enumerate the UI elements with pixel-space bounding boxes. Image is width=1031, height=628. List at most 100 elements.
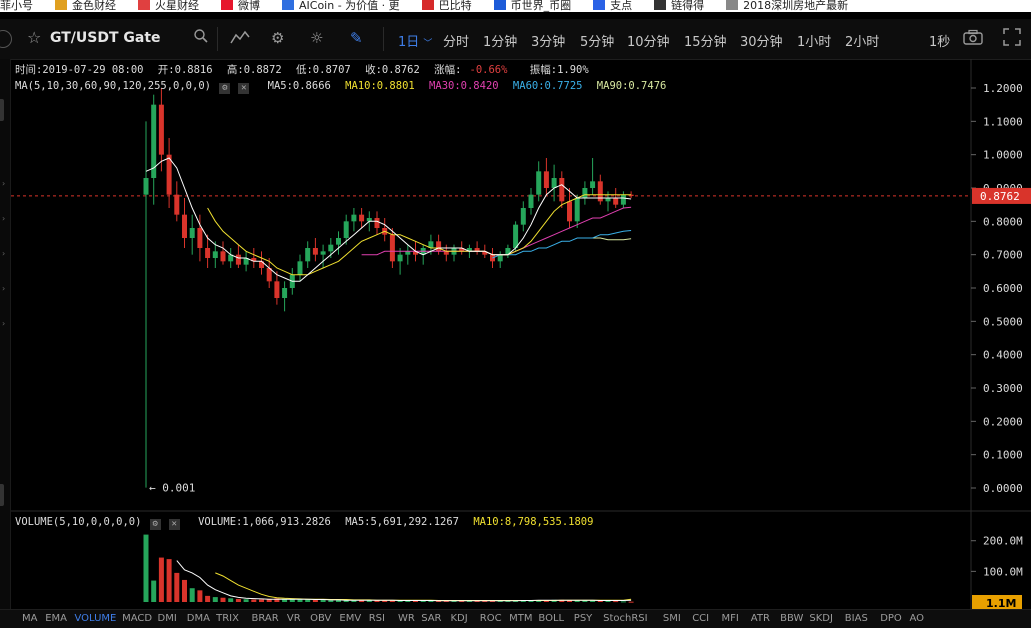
candle-body: [205, 248, 211, 258]
candle-body: [351, 214, 357, 222]
volume-ma10-value: MA10:8,798,535.1809: [473, 516, 594, 528]
price-tick-label: 0.1000: [983, 449, 1023, 462]
indicator-tab-mtm[interactable]: MTM: [509, 613, 532, 624]
volume-bar: [182, 579, 187, 602]
indicator-tab-sar[interactable]: SAR: [421, 613, 441, 624]
candle-body: [336, 238, 341, 245]
indicator-tab-dma[interactable]: DMA: [187, 613, 210, 624]
ma60-value: MA60:0.7725: [512, 80, 583, 92]
info-low: 低:0.8707: [295, 64, 351, 76]
info-close: 收:0.8762: [365, 64, 420, 76]
price-tick-label: 0.7000: [983, 249, 1023, 262]
ma5-line: [145, 157, 632, 282]
volume-bar: [613, 601, 619, 603]
candle-body: [374, 218, 380, 228]
price-tick-label: 1.0000: [983, 149, 1023, 162]
price-tick-label: 1.1000: [983, 115, 1023, 128]
ma-close-icon[interactable]: ✕: [238, 83, 250, 94]
volume-bar: [143, 534, 149, 602]
candle-body: [220, 251, 226, 262]
ma90-value: MA90:0.7476: [596, 80, 667, 92]
price-tick-label: 1.2000: [983, 82, 1023, 95]
indicator-tab-dpo[interactable]: DPO: [880, 613, 902, 624]
candle-body: [312, 248, 318, 255]
info-change: 涨幅: -0.66%: [434, 64, 515, 76]
indicator-tab-emv[interactable]: EMV: [339, 613, 361, 624]
ma-settings-gear-icon[interactable]: ⚙: [219, 83, 231, 94]
indicator-tab-brar[interactable]: BRAR: [252, 613, 279, 624]
candle-body: [158, 104, 164, 155]
volume-bar: [228, 598, 234, 602]
indicator-tab-ma[interactable]: MA: [22, 613, 37, 624]
indicator-tab-dmi[interactable]: DMI: [158, 613, 177, 624]
volume-bar: [305, 599, 311, 602]
indicator-tab-kdj[interactable]: KDJ: [451, 613, 468, 624]
candle-body: [405, 251, 411, 255]
candle-body: [551, 178, 557, 188]
candle-body: [443, 251, 449, 255]
candle-body: [189, 228, 195, 238]
indicator-tab-psy[interactable]: PSY: [574, 613, 593, 624]
indicator-tab-wr[interactable]: WR: [398, 613, 415, 624]
candle-body: [559, 178, 565, 202]
candle-body: [235, 254, 241, 265]
indicator-tab-ao[interactable]: AO: [910, 613, 925, 624]
candle-body: [297, 261, 303, 275]
indicator-tab-atr[interactable]: ATR: [751, 613, 770, 624]
price-tick-label: 0.8000: [983, 215, 1023, 228]
volume-close-icon[interactable]: ✕: [168, 519, 180, 530]
indicator-tabs: MA EMA VOLUME MACD DMI DMA TRIX BRAR VR OBV EMV RSI…: [0, 609, 1031, 628]
indicator-tab-mfi[interactable]: MFI: [722, 613, 739, 624]
ma5-value: MA5:0.8666: [267, 80, 331, 92]
volume-settings-gear-icon[interactable]: ⚙: [149, 519, 161, 530]
indicator-tab-skdj[interactable]: SKDJ: [809, 613, 833, 624]
volume-bar: [174, 572, 180, 602]
candle-body: [389, 234, 395, 262]
volume-info-line: VOLUME(5,10,0,0,0,0) ⚙ ✕ VOLUME:1,066,913…: [15, 516, 601, 530]
indicator-tab-smi[interactable]: SMI: [663, 613, 681, 624]
ma10-value: MA10:0.8801: [345, 80, 415, 92]
indicator-tab-vr[interactable]: VR: [287, 613, 301, 624]
info-amplitude: 振幅:1.90%: [529, 64, 589, 76]
volume-bar: [212, 597, 218, 602]
candle-body: [582, 188, 588, 198]
indicator-tab-cci[interactable]: CCI: [692, 613, 709, 624]
indicator-tab-rsi[interactable]: RSI: [369, 613, 385, 624]
candle-body: [567, 201, 572, 222]
volume-ma5-line: [176, 560, 632, 602]
candle-body: [143, 178, 149, 195]
price-chart[interactable]: 1.20001.10001.00000.90000.80000.70000.60…: [0, 0, 1031, 627]
indicator-tab-roc[interactable]: ROC: [480, 613, 502, 624]
candle-body: [613, 198, 619, 205]
candle-body: [543, 171, 549, 188]
indicator-tab-bbw[interactable]: BBW: [780, 613, 803, 624]
volume-bar: [220, 597, 226, 602]
volume-bar: [297, 599, 303, 602]
indicator-tab-volume[interactable]: VOLUME: [75, 613, 117, 624]
ma-info-line: MA(5,10,30,60,90,120,255,0,0,0) ⚙ ✕ MA5:0…: [15, 80, 674, 94]
volume-bar: [312, 599, 318, 602]
price-tick-label: 0.4000: [983, 349, 1023, 362]
indicator-tab-obv[interactable]: OBV: [310, 613, 331, 624]
price-tick-label: 0.3000: [983, 382, 1023, 395]
indicator-tab-trix[interactable]: TRIX: [216, 613, 239, 624]
candle-body: [520, 208, 526, 225]
price-tick-label: 0.2000: [983, 415, 1023, 428]
indicator-tab-ema[interactable]: EMA: [45, 613, 67, 624]
indicator-tab-stochrsi[interactable]: StochRSI: [603, 613, 647, 624]
volume-bar: [158, 557, 164, 602]
indicator-tab-macd[interactable]: MACD: [122, 613, 152, 624]
volume-ma5-value: MA5:5,691,292.1267: [345, 516, 459, 528]
current-price-label: 0.8762: [980, 190, 1020, 203]
low-marker-label: ← 0.001: [149, 482, 195, 495]
info-time: 时间:2019-07-29 08:00: [15, 64, 144, 76]
info-high: 高:0.8872: [226, 64, 282, 76]
volume-bar: [251, 599, 257, 602]
indicator-tab-bias[interactable]: BIAS: [845, 613, 868, 624]
indicator-tab-boll[interactable]: BOLL: [538, 613, 564, 624]
volume-value: VOLUME:1,066,913.2826: [198, 516, 331, 528]
volume-params[interactable]: VOLUME(5,10,0,0,0,0): [15, 516, 141, 528]
ma-params[interactable]: MA(5,10,30,60,90,120,255,0,0,0): [15, 80, 211, 92]
volume-bar: [189, 588, 195, 602]
info-change-value: -0.66%: [469, 64, 508, 76]
